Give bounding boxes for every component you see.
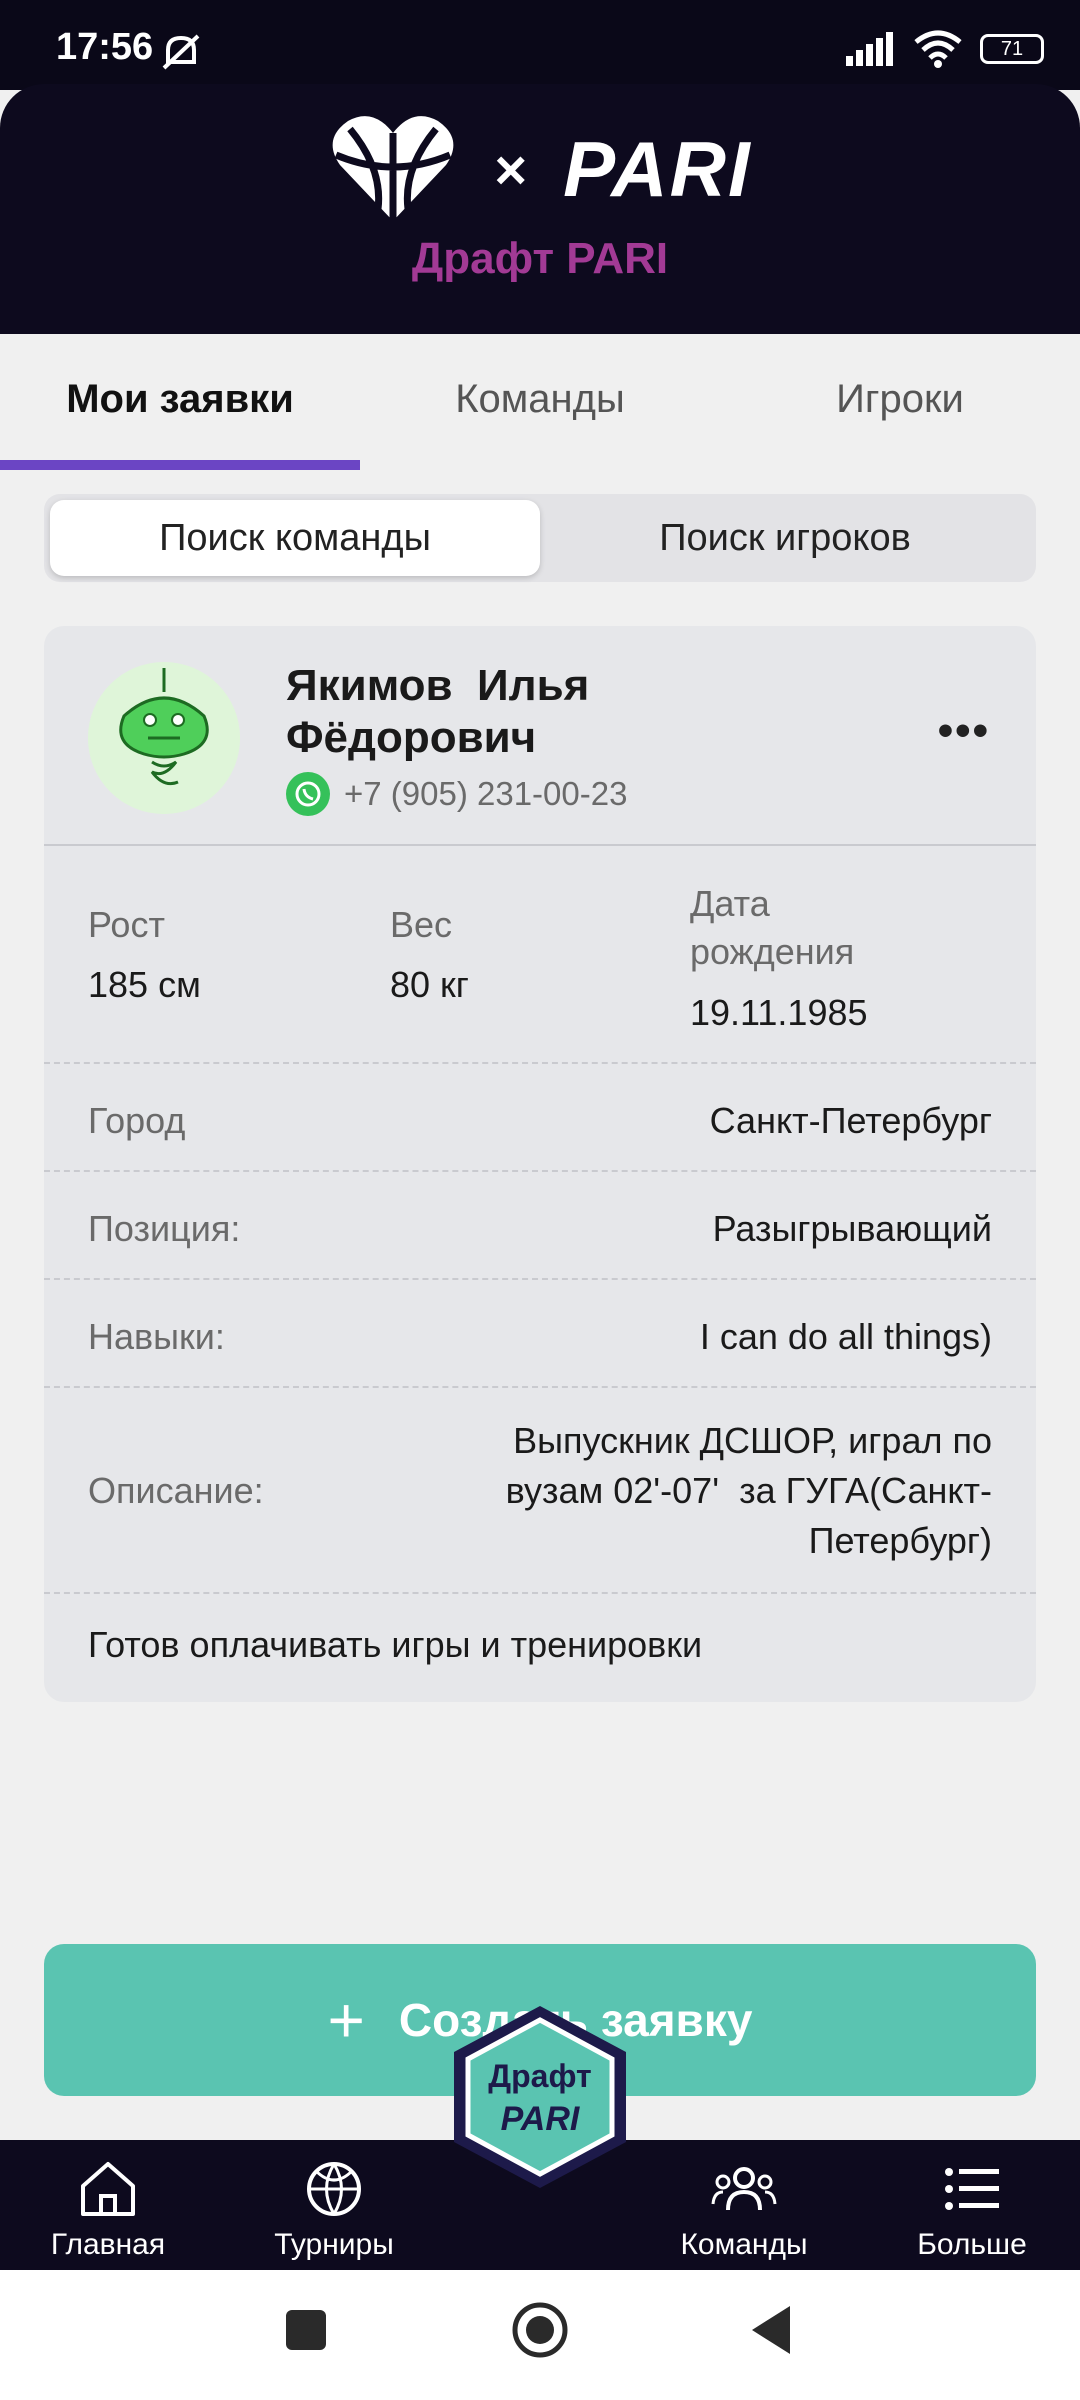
divider [44, 1592, 1036, 1594]
muted-bell-icon [162, 34, 200, 70]
description-label: Описание: [88, 1470, 264, 1511]
avatar [88, 662, 240, 814]
nav-teams-label: Команды [680, 2228, 808, 2261]
divider [44, 844, 1036, 846]
avatar-image [88, 662, 240, 814]
basketball-icon [307, 2162, 361, 2216]
description-value: Выпускник ДСШОР, играл по вузам 02'-07' … [506, 1416, 992, 1566]
status-time: 17:56 [56, 26, 154, 68]
weight-label: Вес [390, 904, 453, 945]
description-line1: Выпускник ДСШОР, играл по [513, 1420, 992, 1461]
phone-row[interactable]: +7 (905) 231-00-23 [286, 772, 627, 816]
brand-x: × [494, 137, 528, 201]
player-name: Якимов Илья Фёдорович [286, 660, 806, 764]
status-bar: 17:56 71 [0, 0, 1080, 90]
people-icon [711, 2167, 777, 2211]
brand-pari: PARI [563, 124, 752, 213]
payment-note: Готов оплачивать игры и тренировки [88, 1624, 703, 1665]
home-icon [81, 2162, 135, 2216]
home-button[interactable] [510, 2300, 570, 2360]
nav-home[interactable]: Главная [8, 2152, 208, 2262]
position-value: Разыгрывающий [712, 1208, 992, 1249]
tab-indicator [0, 460, 360, 470]
tab-players[interactable]: Игроки [720, 334, 1080, 464]
city-label: Город [88, 1100, 186, 1141]
dob-label: Дата рождения [690, 880, 854, 976]
description-line2: вузам 02'-07' за ГУГА(Санкт- [505, 1470, 992, 1511]
nav-tournaments-label: Турниры [274, 2228, 394, 2261]
signal-icon [846, 32, 893, 66]
skills-label: Навыки: [88, 1316, 225, 1357]
divider [44, 1386, 1036, 1388]
city-value: Санкт-Петербург [709, 1100, 992, 1141]
divider [44, 1170, 1036, 1172]
hexagon-badge [454, 2006, 626, 2188]
dob-value: 19.11.1985 [690, 992, 868, 1033]
status-icons: 71 [846, 30, 1044, 68]
city-row: Город Санкт-Петербург [88, 1096, 992, 1146]
search-type-toggle: Поиск команды Поиск игроков [44, 494, 1036, 582]
find-team-button[interactable]: Поиск команды [50, 500, 540, 576]
position-label: Позиция: [88, 1208, 241, 1249]
nav-home-label: Главная [50, 2228, 166, 2261]
more-options-icon[interactable]: ••• [938, 706, 990, 756]
divider [44, 1278, 1036, 1280]
weight-value: 80 кг [390, 964, 469, 1005]
phone-number: +7 (905) 231-00-23 [344, 775, 628, 812]
position-row: Позиция: Разыгрывающий [88, 1204, 992, 1254]
dob-label-line1: Дата [690, 883, 770, 924]
player-name-line2: Фёдорович [286, 713, 537, 762]
wifi-icon [914, 30, 962, 68]
whatsapp-icon [286, 772, 330, 816]
basketball-heart-logo [332, 116, 454, 221]
nav-more[interactable]: Больше [872, 2152, 1072, 2262]
nav-teams[interactable]: Команды [644, 2152, 844, 2262]
tab-my-requests[interactable]: Мои заявки [0, 334, 360, 464]
skills-row: Навыки: I can do all things) [88, 1312, 992, 1362]
find-players-button[interactable]: Поиск игроков [540, 500, 1030, 576]
battery-icon: 71 [980, 34, 1044, 64]
tab-teams[interactable]: Команды [360, 334, 720, 464]
system-nav-bar [0, 2270, 1080, 2400]
menu-list-icon [945, 2168, 999, 2210]
description-row: Описание: Выпускник ДСШОР, играл по вуза… [88, 1416, 992, 1566]
fab-line1: Драфт [488, 2058, 592, 2094]
tab-bar: Мои заявки Команды Игроки [0, 334, 1080, 470]
app-header: × PARI Драфт PARI [0, 84, 1080, 334]
brand-logo: × PARI [0, 84, 1080, 254]
home-circle-icon [512, 2302, 568, 2358]
draft-pari-fab[interactable]: Драфт PARI [446, 2002, 634, 2192]
height-value: 185 см [88, 964, 201, 1005]
back-triangle-icon [752, 2306, 790, 2354]
page-title: Драфт PARI [411, 234, 669, 283]
back-button[interactable] [750, 2304, 792, 2356]
player-name-line1: Якимов Илья [286, 661, 590, 710]
request-card: Якимов Илья Фёдорович +7 (905) 231-00-23… [44, 626, 1036, 1702]
skills-value: I can do all things) [699, 1316, 992, 1357]
height-label: Рост [88, 904, 165, 945]
plus-icon: + [327, 1984, 365, 2056]
dob-label-line2: рождения [690, 931, 855, 972]
description-line3: Петербург) [808, 1520, 992, 1561]
nav-more-label: Больше [917, 2228, 1027, 2261]
nav-tournaments[interactable]: Турниры [234, 2152, 434, 2262]
battery-level: 71 [1000, 37, 1024, 60]
recents-button[interactable] [286, 2310, 326, 2350]
divider [44, 1062, 1036, 1064]
fab-line2: PARI [500, 2100, 580, 2138]
